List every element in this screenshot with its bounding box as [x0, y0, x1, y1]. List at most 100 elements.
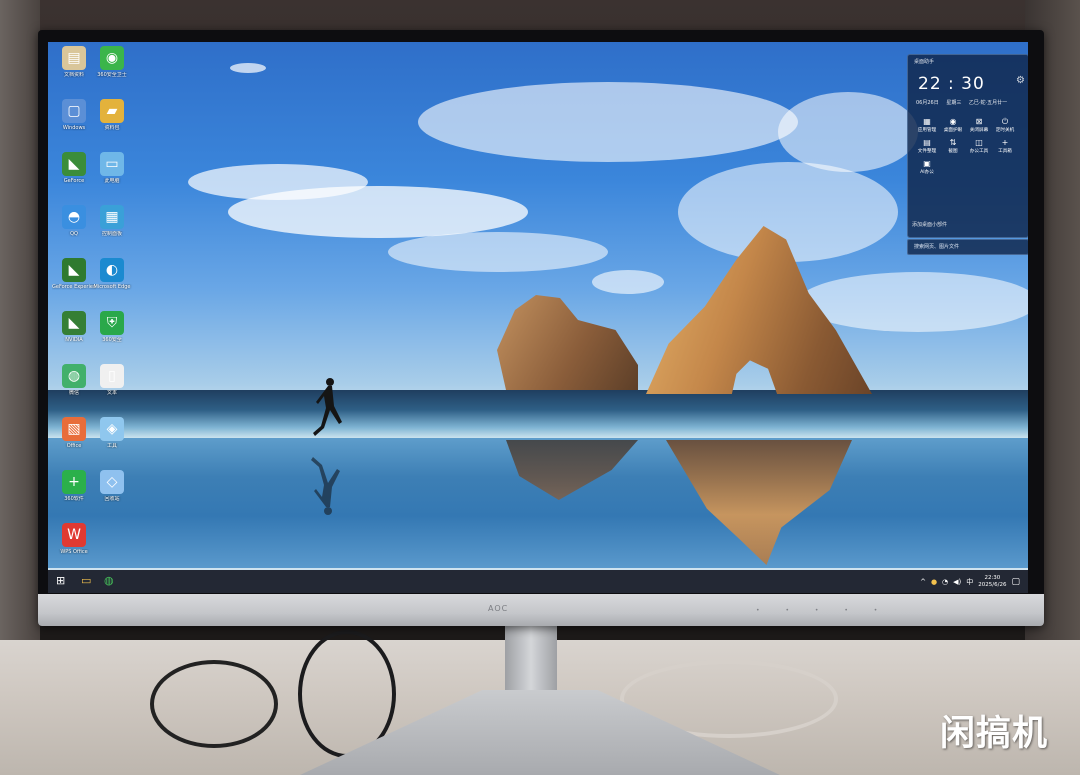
taskbar: ⊞ ▭ ◍ ^ ● ◔ ◀) 中 22:30 2025/6/26 ▢ — [48, 570, 1028, 593]
desktop-icon[interactable]: ◇ 回收站 — [90, 470, 134, 502]
widget-shortcut[interactable]: ▦ 应用管理 — [914, 117, 940, 133]
nvidia-icon: ◣ — [62, 152, 86, 176]
desktop-icon-label: 资料包 — [104, 125, 120, 131]
widget-shortcut-icon: ▦ — [923, 117, 931, 126]
runner-reflection — [311, 457, 340, 515]
window-icon: ▢ — [62, 99, 86, 123]
widget-shortcut-label: 截图 — [948, 149, 958, 154]
desktop-icon-label: 文本 — [106, 390, 117, 396]
system-tray: ^ ● ◔ ◀) 中 22:30 2025/6/26 ▢ — [920, 573, 1020, 591]
doc-icon: ▯ — [100, 364, 124, 388]
widget-shortcut-label: 工具箱 — [998, 149, 1012, 154]
desktop-icon[interactable]: ◐ Microsoft Edge — [90, 258, 134, 290]
desktop-icon[interactable]: ⛨ 360安全 — [90, 311, 134, 343]
cloud — [418, 82, 798, 162]
shield-icon: ⛨ — [100, 311, 124, 335]
desktop-icon[interactable]: ▰ 资料包 — [90, 99, 134, 131]
widget-shortcut-icon: ◉ — [949, 117, 957, 126]
recycle-icon: ◇ — [100, 470, 124, 494]
desktop-icon[interactable]: ▦ 控制面板 — [90, 205, 134, 237]
cloud — [388, 232, 608, 272]
edge-icon: ◐ — [100, 258, 124, 282]
nvidia-icon: ◣ — [62, 311, 86, 335]
widget-shortcut-icon: ▤ — [923, 138, 931, 147]
widget-shortcut-grid: ▦ 应用管理 ◉ 桌面护眼 ⊠ 关闭屏幕 ⏻ 定时关机 ▤ 文件整理 ⇅ 截图 ◫ 办公工具 + 工具箱 ▣ AI… — [914, 117, 1026, 180]
desktop-icon-label: WPS Office — [60, 549, 88, 555]
nvidia-icon: ◣ — [62, 258, 86, 282]
widget-shortcut[interactable]: + 工具箱 — [992, 138, 1018, 154]
taskbar-clock[interactable]: 22:30 2025/6/26 — [978, 575, 1006, 589]
widget-shortcut-label: 定时关机 — [995, 128, 1015, 133]
widget-shortcut[interactable]: ⏻ 定时关机 — [992, 117, 1018, 133]
widget-shortcut[interactable]: ◫ 办公工具 — [966, 138, 992, 154]
cloud — [778, 92, 918, 172]
widget-shortcut-icon: ⏻ — [1001, 117, 1009, 126]
monitor-stand-neck — [505, 626, 557, 696]
monitor-buttons[interactable]: • • • • • — [756, 607, 889, 614]
tray-volume-icon[interactable]: ◀) — [953, 578, 961, 586]
tray-app-icon[interactable]: ● — [931, 578, 937, 586]
desktop-assistant-widget[interactable]: 桌面助手 22 : 30 ⚙ 06月26日 星期三 乙巳·蛇·五月廿一 ▦ 应用管… — [907, 54, 1028, 238]
clock-time: 22:30 — [984, 575, 1001, 581]
desktop-screen: ▤ 文档资料 ◉ 360安全卫士 ▢ Windows ▰ 资料包 ◣ GeForce ▭ 此电脑 ◓ QQ… — [48, 42, 1028, 593]
qq-icon: ◓ — [62, 205, 86, 229]
widget-shortcut-label: 应用管理 — [917, 128, 937, 133]
start-button-windows-icon[interactable]: ⊞ — [56, 574, 65, 588]
computer-icon: ▭ — [100, 152, 124, 176]
file-explorer-icon[interactable]: ▭ — [81, 574, 91, 588]
notification-center-icon[interactable]: ▢ — [1011, 577, 1020, 587]
widget-date: 06月26日 星期三 乙巳·蛇·五月廿一 — [916, 100, 1008, 106]
desktop-icon[interactable]: W WPS Office — [52, 523, 96, 555]
cloud — [188, 164, 368, 200]
widget-shortcut-label: AI办公 — [920, 170, 934, 175]
cloud — [230, 63, 266, 73]
widget-title: 桌面助手 — [914, 59, 935, 65]
folder-icon: ▰ — [100, 99, 124, 123]
desktop-icon[interactable]: ▯ 文本 — [90, 364, 134, 396]
widget-shortcut-icon: ⊠ — [975, 117, 983, 126]
widget-shortcut-label: 关闭屏幕 — [969, 128, 989, 133]
cloud — [798, 272, 1028, 332]
plus-icon: + — [62, 470, 86, 494]
widget-shortcut-label: 桌面护眼 — [943, 128, 963, 133]
sea-horizon — [48, 390, 1028, 440]
desktop-icon[interactable]: ◉ 360安全卫士 — [90, 46, 134, 78]
desktop-icon[interactable]: ◈ 工具 — [90, 417, 134, 449]
runner-silhouette — [313, 378, 342, 436]
widget-clock: 22 : 30 — [918, 74, 985, 94]
desktop-icon-label: 360安全卫士 — [97, 72, 127, 78]
desktop-icon-label: 工具 — [106, 443, 117, 449]
desktop-icon-label: Microsoft Edge — [93, 284, 131, 290]
widget-shortcut[interactable]: ▣ AI办公 — [914, 159, 940, 175]
cloud — [592, 270, 664, 294]
cable — [150, 660, 278, 748]
widget-shortcut-icon: ▣ — [923, 159, 931, 168]
taskbar-app-icon[interactable]: ◍ — [104, 574, 114, 588]
widget-shortcut[interactable]: ▤ 文件整理 — [914, 138, 940, 154]
widget-search-input[interactable]: 搜索网页、图片文件 — [907, 239, 1028, 255]
desktop-icon[interactable]: ▭ 此电脑 — [90, 152, 134, 184]
tray-chevron-icon[interactable]: ^ — [920, 578, 926, 586]
widget-shortcut[interactable]: ⊠ 关闭屏幕 — [966, 117, 992, 133]
wps-icon: W — [62, 523, 86, 547]
wall-left — [0, 0, 40, 640]
shield-green-icon: ◉ — [100, 46, 124, 70]
widget-shortcut-icon: ⇅ — [949, 138, 957, 147]
watermark-text: 闲搞机 — [940, 714, 1049, 754]
file-icon: ▤ — [62, 46, 86, 70]
tray-network-icon[interactable]: ◔ — [942, 578, 948, 586]
office-icon: ▧ — [62, 417, 86, 441]
desktop-icon-label: 360安全 — [102, 337, 122, 343]
panel-icon: ▦ — [100, 205, 124, 229]
widget-shortcut-label: 文件整理 — [917, 149, 937, 154]
widget-add-button[interactable]: 添加桌面小部件 — [912, 221, 947, 228]
desktop-icon-label: 此电脑 — [104, 178, 120, 184]
widget-shortcut[interactable]: ⇅ 截图 — [940, 138, 966, 154]
desktop-icon-label: 控制面板 — [101, 231, 122, 237]
tray-ime-indicator[interactable]: 中 — [966, 577, 973, 587]
tool-icon: ◈ — [100, 417, 124, 441]
widget-shortcut[interactable]: ◉ 桌面护眼 — [940, 117, 966, 133]
widget-settings-icon[interactable]: ⚙ — [1016, 75, 1025, 86]
clock-date: 2025/6/26 — [978, 582, 1007, 588]
widget-shortcut-label: 办公工具 — [969, 149, 989, 154]
